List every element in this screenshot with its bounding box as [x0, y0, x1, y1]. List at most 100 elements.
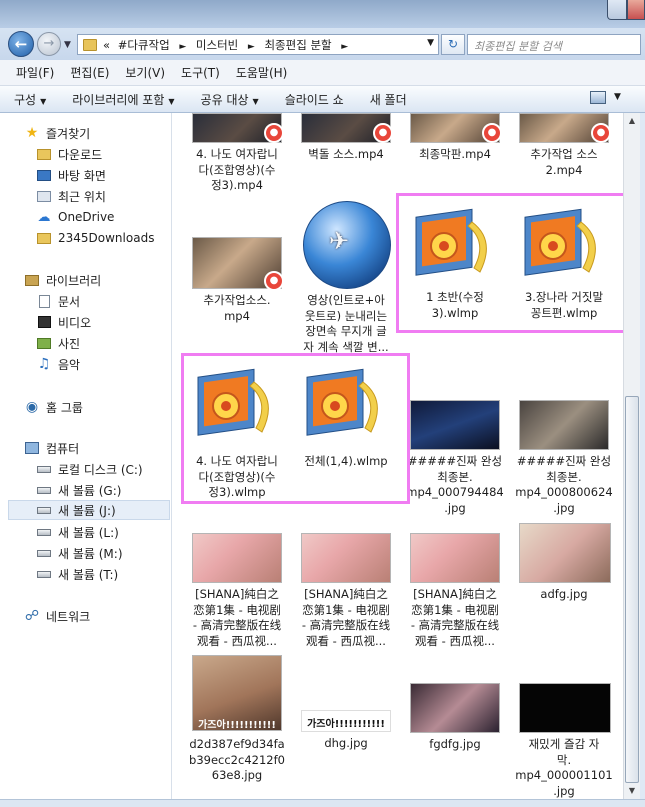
- file-item[interactable]: ● 추가작업 소스 2.mp4: [519, 113, 623, 183]
- nav-onedrive[interactable]: ☁ OneDrive: [36, 207, 115, 227]
- nav-homegroup[interactable]: ◉ 홈 그룹: [24, 397, 83, 417]
- documents-icon: [38, 294, 50, 308]
- breadcrumb-item[interactable]: 미스터빈: [196, 38, 238, 52]
- star-icon: ★: [25, 125, 39, 141]
- bandicam-play-icon: ●: [264, 123, 284, 143]
- nav-documents[interactable]: 문서: [36, 291, 80, 311]
- nav-2345downloads[interactable]: 2345Downloads: [36, 228, 154, 248]
- file-item[interactable]: ● 벽돌 소스.mp4: [301, 113, 411, 183]
- chevron-right-icon[interactable]: ►: [179, 42, 186, 52]
- nav-videos[interactable]: 비디오: [36, 312, 91, 332]
- nav-drive-c[interactable]: 로컬 디스크 (C:): [36, 459, 143, 479]
- file-name: adfg.jpg: [540, 587, 588, 601]
- nav-downloads[interactable]: 다운로드: [36, 144, 102, 164]
- nav-label: 새 볼륨 (M:): [58, 546, 123, 561]
- file-item[interactable]: ● 최종막판.mp4: [410, 113, 520, 183]
- menu-view[interactable]: 보기(V): [125, 64, 165, 81]
- image-thumbnail: [192, 533, 282, 583]
- nav-drive-m[interactable]: 새 볼륨 (M:): [36, 543, 123, 563]
- computer-icon: [25, 442, 39, 454]
- file-item[interactable]: 가즈아!!!!!!!!!!! d2d387ef9d34fa b39ecc2c421…: [189, 655, 302, 795]
- nav-drive-l[interactable]: 새 볼륨 (L:): [36, 522, 119, 542]
- file-name: 1 초반(수정 3).wlmp: [426, 290, 484, 320]
- organize-button[interactable]: 구성 ▼: [14, 91, 46, 108]
- chevron-right-icon[interactable]: ►: [248, 42, 255, 52]
- file-item[interactable]: 4. 나도 여자랍니 다(조합영상)(수 정3).wlmp: [192, 368, 302, 508]
- bandicam-play-icon: ●: [264, 271, 284, 291]
- file-item[interactable]: 가즈아!!!!!!!!!!! dhg.jpg: [301, 710, 411, 770]
- address-bar[interactable]: « #다큐작업 ► 미스터빈 ► 최종편집 분할 ► ▼: [77, 34, 439, 55]
- view-options-dropdown[interactable]: ▼: [614, 92, 621, 102]
- minimize-button[interactable]: [607, 0, 627, 20]
- menu-edit[interactable]: 편집(E): [70, 64, 109, 81]
- breadcrumb-item[interactable]: #다큐작업: [118, 38, 170, 52]
- file-item[interactable]: ● 추가작업소스. mp4: [192, 237, 302, 337]
- back-button[interactable]: ←: [8, 31, 34, 57]
- file-item[interactable]: 전체(1,4).wlmp: [301, 368, 411, 508]
- scroll-up-arrow-icon[interactable]: ▲: [624, 113, 640, 129]
- file-name: #####진짜 완성 최종본. mp4_000800624 .jpg: [515, 454, 613, 515]
- nav-label: 다운로드: [58, 147, 103, 162]
- close-button[interactable]: [627, 0, 645, 20]
- nav-drive-t[interactable]: 새 볼륨 (T:): [36, 564, 118, 584]
- file-item[interactable]: #####진짜 완성 최종본. mp4_000794484 .jpg: [406, 400, 520, 520]
- nav-favorites[interactable]: ★ 즐겨찾기: [24, 123, 90, 143]
- movie-maker-project-icon: [197, 368, 269, 436]
- nav-drive-j[interactable]: 새 볼륨 (J:): [8, 500, 170, 520]
- address-history-dropdown[interactable]: ▼: [427, 38, 434, 48]
- movie-maker-project-icon: [415, 208, 487, 276]
- arrow-right-icon: →: [43, 36, 55, 51]
- menu-tools[interactable]: 도구(T): [181, 64, 220, 81]
- image-thumbnail: [519, 683, 611, 733]
- nav-pictures[interactable]: 사진: [36, 333, 80, 353]
- file-name: 전체(1,4).wlmp: [304, 454, 388, 468]
- refresh-button[interactable]: ↻: [441, 34, 465, 55]
- file-name: 추가작업 소스 2.mp4: [530, 147, 598, 177]
- scrollbar-thumb[interactable]: [625, 396, 639, 783]
- file-item[interactable]: [SHANA]純白之 恋第1集 - 电视剧 - 高清完整版在线 观看 - 西瓜视...: [410, 533, 520, 653]
- nav-music[interactable]: ♫ 음악: [36, 354, 80, 374]
- change-view-icon[interactable]: [590, 91, 606, 104]
- airplane-icon: ✈: [329, 227, 350, 255]
- file-item[interactable]: fgdfg.jpg: [410, 683, 520, 763]
- onedrive-icon: ☁: [37, 209, 51, 225]
- file-item[interactable]: [SHANA]純白之 恋第1集 - 电视剧 - 高清完整版在线 观看 - 西瓜视...: [301, 533, 411, 653]
- chevron-right-icon[interactable]: ►: [341, 42, 348, 52]
- recent-pages-dropdown[interactable]: ▼: [64, 40, 74, 50]
- nav-computer[interactable]: 컴퓨터: [24, 438, 79, 458]
- bandicam-play-icon: ●: [373, 123, 393, 143]
- share-with-button[interactable]: 공유 대상 ▼: [201, 91, 259, 108]
- movie-maker-project-icon: [524, 208, 596, 276]
- homegroup-icon: ◉: [25, 399, 39, 415]
- include-in-library-button[interactable]: 라이브러리에 포함 ▼: [72, 91, 174, 108]
- breadcrumb-item[interactable]: 최종편집 분할: [264, 38, 331, 52]
- file-item[interactable]: 3.장나라 거짓말 꽁트편.wlmp: [519, 208, 623, 328]
- vertical-scrollbar[interactable]: ▲ ▼: [623, 113, 640, 799]
- nav-label: 로컬 디스크 (C:): [58, 462, 143, 477]
- nav-desktop[interactable]: 바탕 화면: [36, 165, 106, 185]
- file-item[interactable]: #####진짜 완성 최종본. mp4_000800624 .jpg: [515, 400, 623, 520]
- file-item[interactable]: 재밌게 즐감 자 막. mp4_000001101 .jpg: [515, 683, 623, 799]
- search-input[interactable]: 최종편집 분할 검색: [467, 34, 641, 55]
- file-name: 4. 나도 여자랍니 다(조합영상)(수 정3).wlmp: [196, 454, 278, 499]
- file-item[interactable]: adfg.jpg: [519, 523, 623, 643]
- breadcrumb-overflow[interactable]: «: [103, 38, 110, 52]
- slideshow-button[interactable]: 슬라이드 쇼: [285, 91, 344, 108]
- image-thumbnail: [519, 523, 611, 583]
- file-item[interactable]: ✈ 영상(인트로+아 웃트로) 눈내리는 장면속 무지개 글자 계속 색깔 변...: [301, 199, 411, 359]
- nav-libraries[interactable]: 라이브러리: [24, 270, 101, 290]
- nav-drive-g[interactable]: 새 볼륨 (G:): [36, 480, 121, 500]
- nav-recent-places[interactable]: 최근 위치: [36, 186, 106, 206]
- new-folder-button[interactable]: 새 폴더: [370, 91, 407, 108]
- file-item[interactable]: [SHANA]純白之 恋第1集 - 电视剧 - 高清完整版在线 观看 - 西瓜视...: [192, 533, 302, 653]
- file-item[interactable]: 1 초반(수정 3).wlmp: [410, 208, 520, 328]
- menu-help[interactable]: 도움말(H): [236, 64, 288, 81]
- arrow-left-icon: ←: [14, 35, 28, 53]
- music-icon: ♫: [37, 356, 51, 372]
- scroll-down-arrow-icon[interactable]: ▼: [624, 783, 640, 799]
- menu-file[interactable]: 파일(F): [16, 64, 54, 81]
- forward-button[interactable]: →: [37, 32, 61, 56]
- file-item[interactable]: ● 4. 나도 여자랍니 다(조합영상)(수 정3).mp4: [192, 113, 302, 192]
- drive-icon: [37, 486, 51, 494]
- nav-network[interactable]: ☍ 네트워크: [24, 606, 90, 626]
